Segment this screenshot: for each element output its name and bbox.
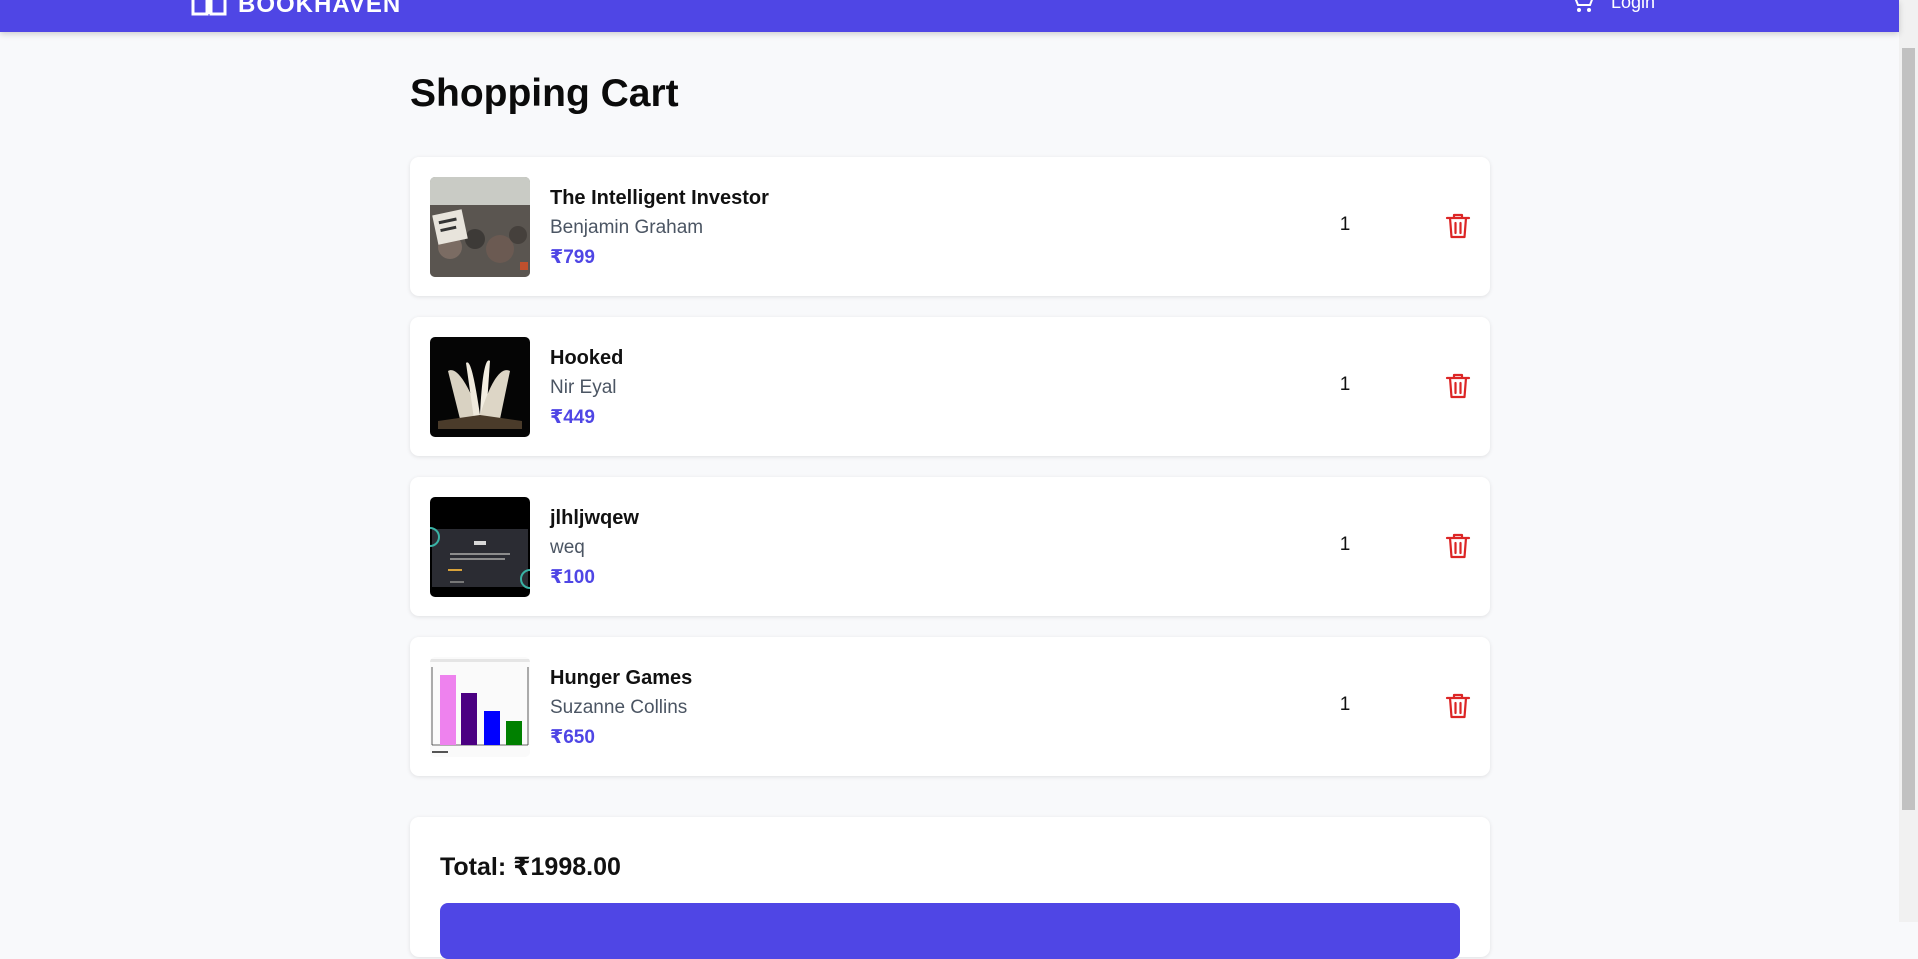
item-author: weq	[550, 537, 585, 558]
delete-item-button[interactable]	[1445, 692, 1471, 720]
cart-summary: Total: ₹1998.00	[410, 817, 1490, 959]
item-price: ₹100	[550, 567, 595, 588]
page-title: Shopping Cart	[410, 72, 679, 115]
item-price: ₹650	[550, 727, 595, 748]
book-icon	[191, 0, 227, 16]
delete-item-button[interactable]	[1445, 372, 1471, 400]
top-navbar: BOOKHAVEN Login	[0, 0, 1899, 32]
item-details: jlhljwqew weq ₹100	[550, 506, 639, 590]
cart-item: Hunger Games Suzanne Collins ₹650 1	[410, 637, 1490, 776]
cart-total: Total: ₹1998.00	[440, 853, 621, 881]
cart-item: jlhljwqew weq ₹100 1	[410, 477, 1490, 616]
book-cover-image[interactable]	[430, 657, 530, 757]
trash-icon	[1445, 533, 1471, 559]
cart-icon[interactable]	[1567, 0, 1597, 13]
item-title[interactable]: Hooked	[550, 346, 623, 370]
item-title[interactable]: Hunger Games	[550, 666, 692, 690]
delete-item-button[interactable]	[1445, 212, 1471, 240]
login-link[interactable]: Login	[1611, 0, 1655, 13]
item-author: Benjamin Graham	[550, 217, 704, 238]
item-quantity: 1	[1339, 694, 1351, 715]
item-title[interactable]: The Intelligent Investor	[550, 186, 769, 210]
item-author: Nir Eyal	[550, 377, 617, 398]
page-scrollbar[interactable]	[1899, 0, 1918, 922]
trash-icon	[1445, 373, 1471, 399]
scrollbar-thumb[interactable]	[1902, 48, 1915, 810]
cart-item: The Intelligent Investor Benjamin Graham…	[410, 157, 1490, 296]
trash-icon	[1445, 693, 1471, 719]
brand-name: BOOKHAVEN	[238, 0, 402, 18]
item-author: Suzanne Collins	[550, 697, 688, 718]
item-details: Hooked Nir Eyal ₹449	[550, 346, 623, 430]
nav-actions: Login	[1567, 0, 1655, 13]
item-price: ₹449	[550, 407, 595, 428]
item-details: Hunger Games Suzanne Collins ₹650	[550, 666, 692, 750]
brand-link[interactable]: BOOKHAVEN	[190, 0, 401, 19]
trash-icon	[1445, 213, 1471, 239]
cart-page: Shopping Cart The Intelligent Investor B…	[410, 70, 1490, 776]
book-cover-image[interactable]	[430, 177, 530, 277]
delete-item-button[interactable]	[1445, 532, 1471, 560]
item-quantity: 1	[1339, 534, 1351, 555]
checkout-button[interactable]	[440, 903, 1460, 959]
book-cover-image[interactable]	[430, 337, 530, 437]
item-title[interactable]: jlhljwqew	[550, 506, 639, 530]
item-details: The Intelligent Investor Benjamin Graham…	[550, 186, 769, 270]
cart-items-list: The Intelligent Investor Benjamin Graham…	[410, 157, 1490, 797]
book-cover-image[interactable]	[430, 497, 530, 597]
cart-item: Hooked Nir Eyal ₹449 1	[410, 317, 1490, 456]
item-quantity: 1	[1339, 374, 1351, 395]
item-price: ₹799	[550, 247, 595, 268]
item-quantity: 1	[1339, 214, 1351, 235]
